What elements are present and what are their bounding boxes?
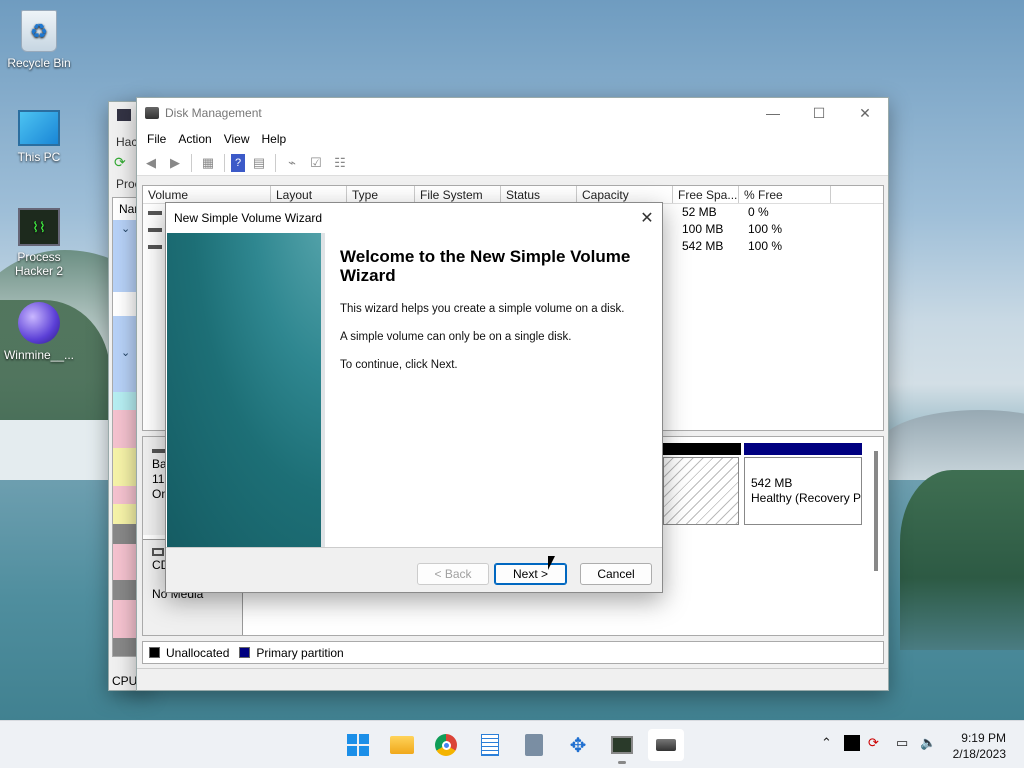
- chevron-up-icon[interactable]: ⌃: [821, 735, 832, 751]
- list-icon[interactable]: ☷: [330, 154, 350, 172]
- back-button: < Back: [417, 563, 489, 585]
- sync-icon[interactable]: ⟳: [868, 735, 879, 751]
- dependency-icon[interactable]: ✥: [560, 729, 596, 761]
- partition-legend: Unallocated Primary partition: [142, 641, 884, 664]
- unallocated-partition[interactable]: [663, 457, 739, 525]
- clock[interactable]: 9:19 PM 2/18/2023: [953, 730, 1006, 762]
- menu-action[interactable]: Action: [172, 132, 217, 146]
- disk-management-app-icon: [145, 107, 159, 119]
- desktop-icon-this-pc[interactable]: This PC: [1, 110, 77, 164]
- wizard-text-2: A simple volume can only be on a single …: [340, 331, 572, 343]
- mouse-cursor-icon: [548, 556, 555, 570]
- col-volume[interactable]: Volume: [143, 186, 271, 203]
- menu-view[interactable]: View: [218, 132, 256, 146]
- unallocated-swatch: [149, 647, 160, 658]
- wizard-heading: Welcome to the New Simple Volume Wizard: [340, 247, 631, 285]
- taskbar: ✥ ⌃ ⟳ ▭ 🔈 9:19 PM 2/18/2023: [0, 720, 1024, 768]
- close-icon[interactable]: ✕: [842, 98, 888, 128]
- desktop-icon-recycle-bin[interactable]: ♻ Recycle Bin: [1, 10, 77, 70]
- notepad-icon[interactable]: [472, 729, 508, 761]
- dm-title: Disk Management: [165, 106, 262, 120]
- ph-menu-fragment[interactable]: Hac: [116, 135, 137, 149]
- mine-icon: [18, 302, 60, 344]
- col-free-space[interactable]: Free Spa...: [673, 186, 739, 203]
- dm-title-bar[interactable]: Disk Management — ☐ ✕: [137, 98, 888, 128]
- start-icon[interactable]: [340, 729, 376, 761]
- volume-icon: [148, 210, 162, 215]
- wizard-title-bar[interactable]: New Simple Volume Wizard ✕: [166, 203, 662, 233]
- primary-bar: [744, 443, 862, 455]
- disk-icon: [152, 449, 166, 453]
- forward-arrow-icon[interactable]: ▶: [165, 154, 185, 172]
- menu-help[interactable]: Help: [256, 132, 293, 146]
- recycle-bin-icon: ♻: [21, 10, 57, 52]
- col-layout[interactable]: Layout: [271, 186, 347, 203]
- wizard-content: Welcome to the New Simple Volume Wizard …: [340, 247, 640, 387]
- ph-status-fragment: CPU: [112, 674, 138, 688]
- maximize-icon[interactable]: ☐: [796, 98, 842, 128]
- chrome-icon[interactable]: [428, 729, 464, 761]
- dm-toolbar: ◀ ▶ ▦ ? ▤ ⌁ ☑ ☷: [137, 150, 888, 176]
- desktop-icon-winmine[interactable]: Winmine__...: [1, 302, 77, 362]
- clock-date: 2/18/2023: [952, 747, 1006, 761]
- wizard-text-3: To continue, click Next.: [340, 359, 458, 371]
- ph-window-icon: [117, 109, 131, 121]
- clock-time: 9:19 PM: [961, 731, 1006, 745]
- volume-icon[interactable]: 🔈: [920, 735, 936, 751]
- properties-icon[interactable]: ▤: [249, 154, 269, 172]
- legend-primary: Primary partition: [256, 645, 344, 660]
- recovery-partition[interactable]: 542 MB Healthy (Recovery P: [744, 457, 862, 525]
- close-icon[interactable]: ✕: [632, 208, 662, 228]
- volume-icon: [148, 227, 162, 232]
- volume-icon: [148, 244, 162, 249]
- cancel-button[interactable]: Cancel: [580, 563, 652, 585]
- file-explorer-icon[interactable]: [384, 729, 420, 761]
- wizard-side-banner: [167, 233, 325, 547]
- calculator-icon[interactable]: [516, 729, 552, 761]
- check-icon[interactable]: ☑: [306, 154, 326, 172]
- desktop-icon-process-hacker[interactable]: ⌇⌇ Process Hacker 2: [1, 208, 77, 278]
- ph-refresh-icon[interactable]: ⟳: [114, 154, 126, 171]
- primary-swatch: [239, 647, 251, 658]
- show-hide-tree-icon[interactable]: ▦: [198, 154, 218, 172]
- col-status[interactable]: Status: [501, 186, 577, 203]
- dm-menu-bar: File Action View Help: [137, 128, 888, 150]
- unallocated-bar: [663, 443, 741, 455]
- dm-status-bar: [137, 668, 888, 690]
- chevron-down-icon[interactable]: ⌄: [121, 222, 130, 235]
- process-hacker-icon[interactable]: [604, 729, 640, 764]
- scrollbar[interactable]: [874, 451, 878, 571]
- legend-unallocated: Unallocated: [166, 645, 230, 660]
- wizard-text-1: This wizard helps you create a simple vo…: [340, 303, 625, 315]
- wizard-button-bar: < Back Next > Cancel: [166, 547, 662, 592]
- tray-black-square-icon[interactable]: [844, 735, 860, 751]
- back-arrow-icon[interactable]: ◀: [141, 154, 161, 172]
- connect-icon[interactable]: ⌁: [282, 154, 302, 172]
- wizard-title: New Simple Volume Wizard: [174, 211, 323, 225]
- network-icon[interactable]: ▭: [896, 735, 908, 751]
- chevron-down-icon[interactable]: ⌄: [121, 346, 130, 359]
- col-percent-free[interactable]: % Free: [739, 186, 831, 203]
- menu-file[interactable]: File: [141, 132, 172, 146]
- next-button[interactable]: Next >: [494, 563, 567, 585]
- disk-management-icon[interactable]: [648, 729, 684, 761]
- col-type[interactable]: Type: [347, 186, 415, 203]
- minimize-icon[interactable]: —: [750, 98, 796, 128]
- monitor-icon: [18, 110, 60, 146]
- col-file-system[interactable]: File System: [415, 186, 501, 203]
- cd-icon: [152, 548, 164, 556]
- col-capacity[interactable]: Capacity: [577, 186, 673, 203]
- process-hacker-icon: ⌇⌇: [18, 208, 60, 246]
- help-icon[interactable]: ?: [231, 153, 245, 172]
- new-simple-volume-wizard[interactable]: New Simple Volume Wizard ✕ Welcome to th…: [165, 202, 663, 593]
